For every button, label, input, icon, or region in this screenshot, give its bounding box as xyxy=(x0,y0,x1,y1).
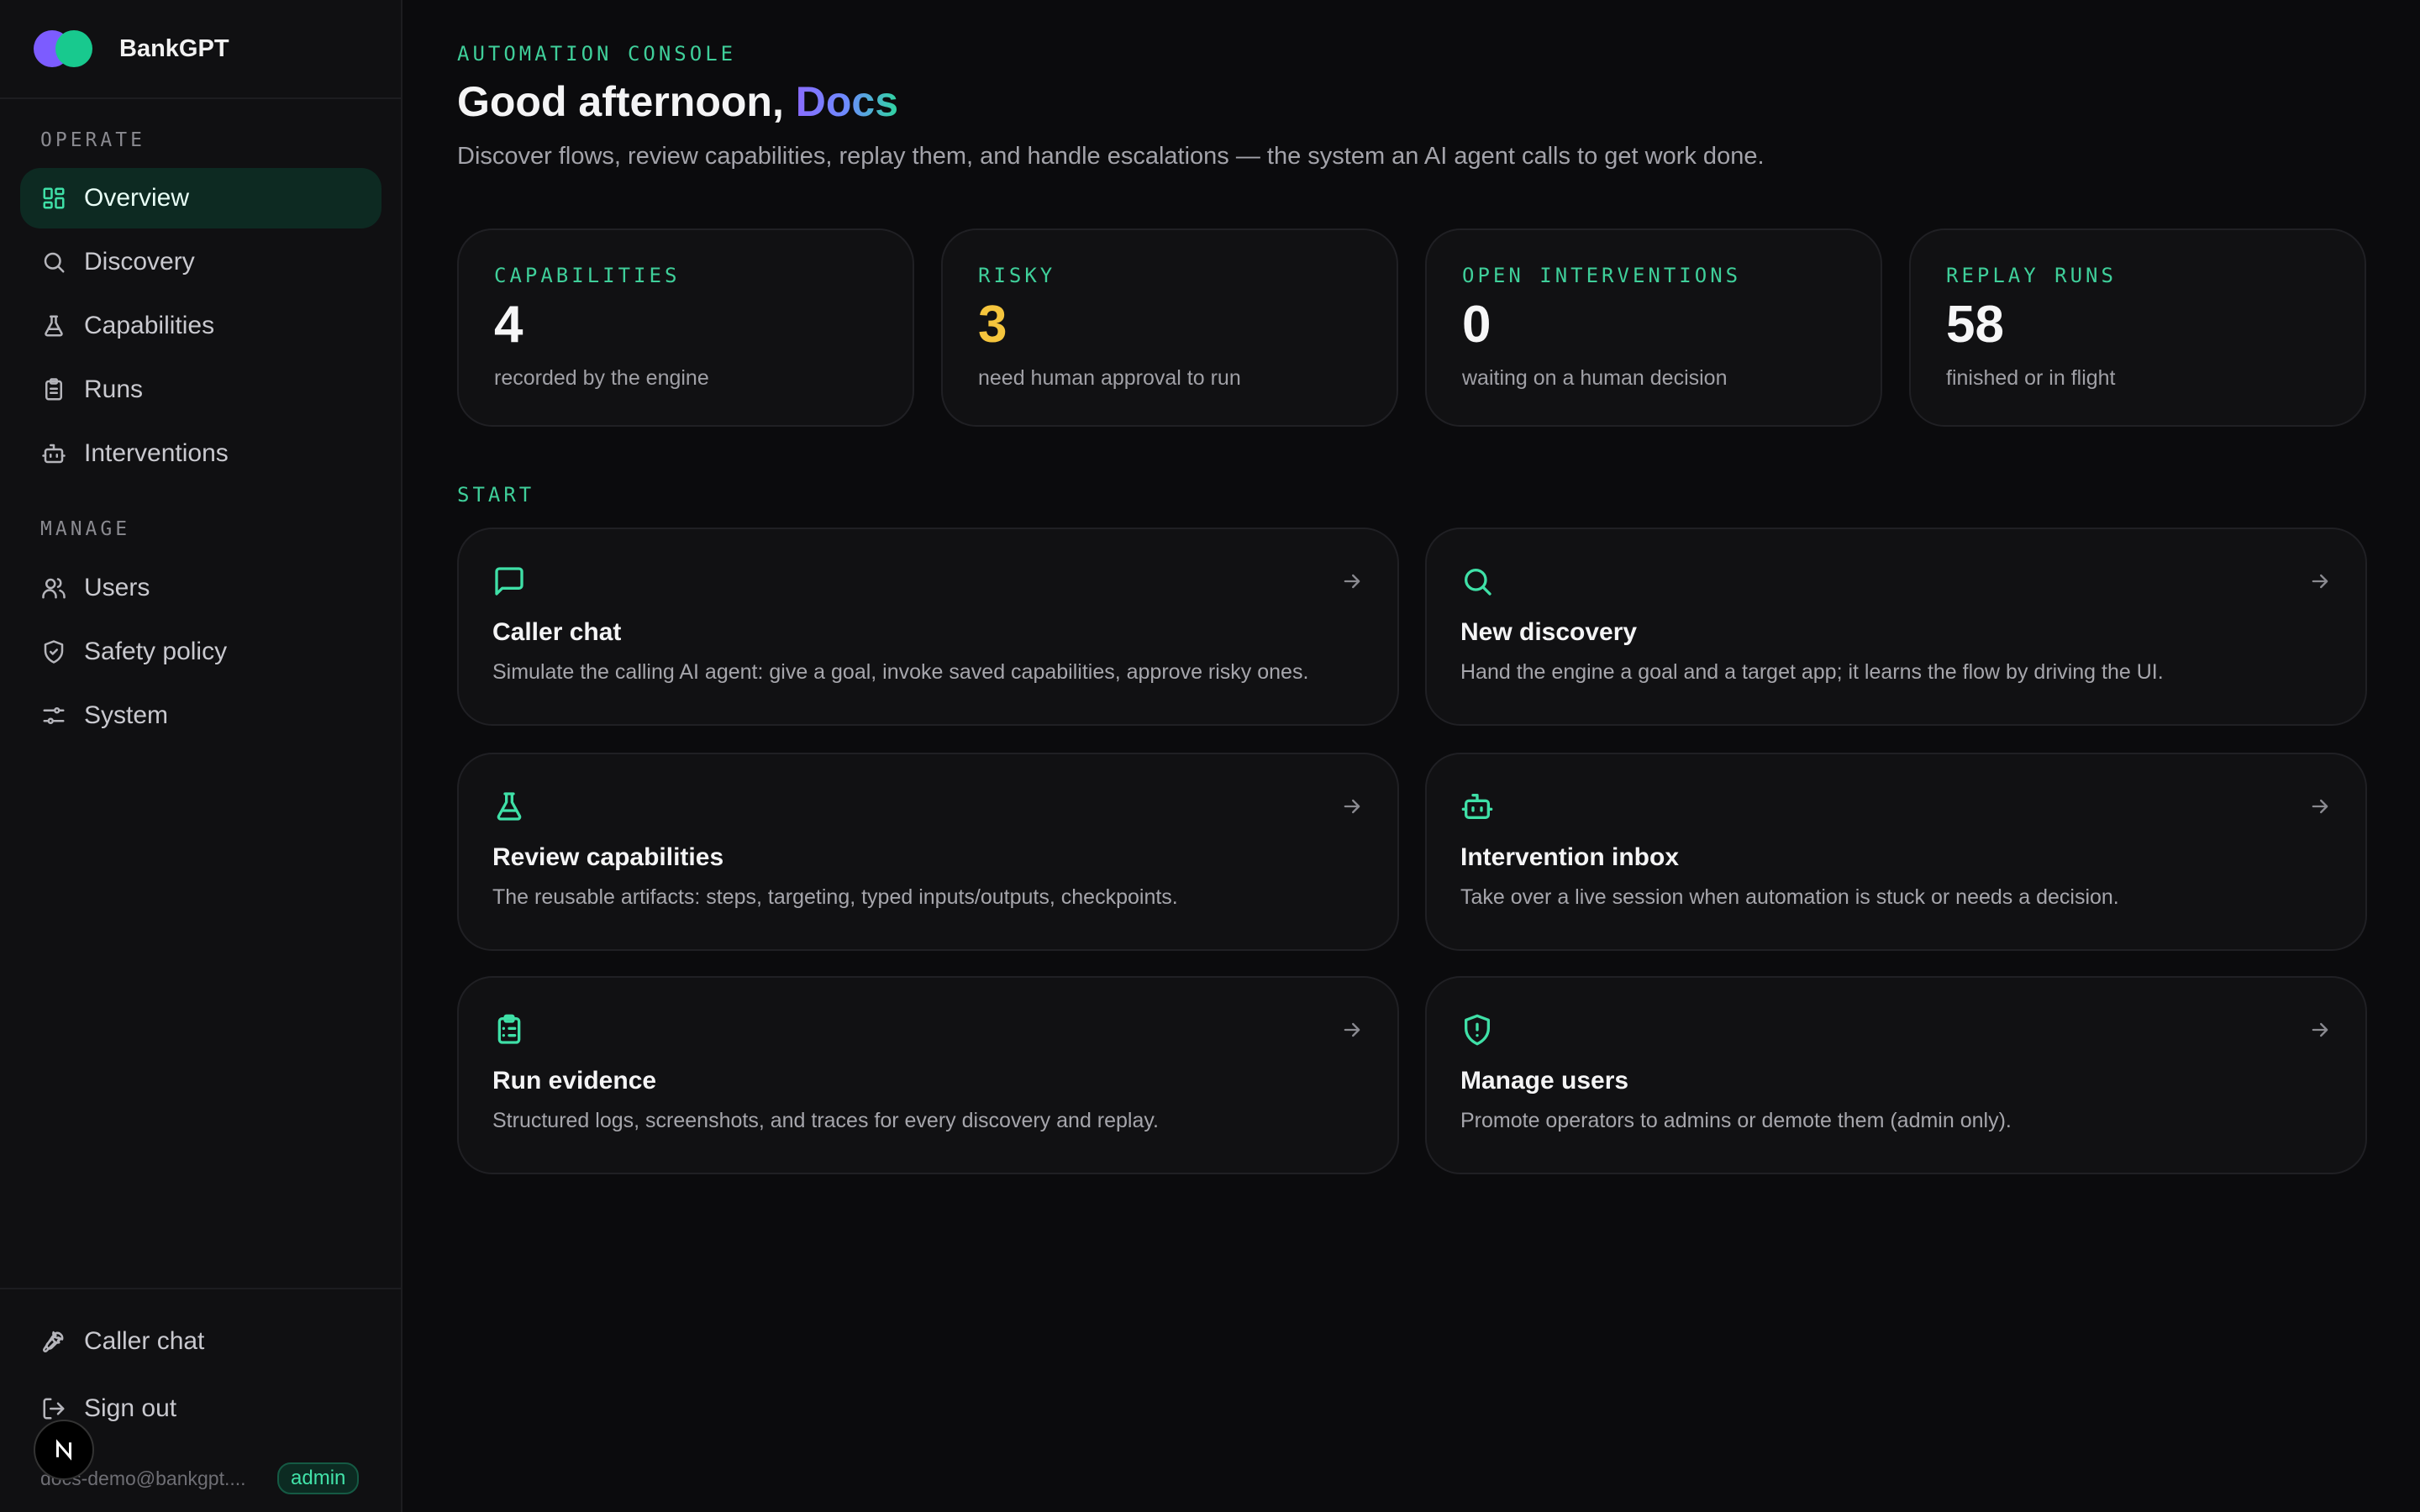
brand[interactable]: BankGPT xyxy=(0,0,401,99)
caller-chat-link[interactable]: Caller chat xyxy=(20,1311,381,1372)
brand-logo-icon xyxy=(34,30,92,67)
card-review-capabilities[interactable]: Review capabilities The reusable artifac… xyxy=(457,753,1399,951)
card-desc: Hand the engine a goal and a target app;… xyxy=(1460,660,2164,684)
clipboard-icon xyxy=(40,376,67,403)
sidebar-item-capabilities[interactable]: Capabilities xyxy=(20,296,381,356)
card-title: New discovery xyxy=(1460,618,1638,646)
greeting-text: Good afternoon, xyxy=(457,78,796,125)
stat-card-capabilities[interactable]: CAPABILITIES 4 recorded by the engine xyxy=(457,228,914,427)
stat-label: REPLAY RUNS xyxy=(1946,264,2117,287)
shield-alert-icon xyxy=(1460,1013,1496,1048)
sidebar-item-label: Capabilities xyxy=(84,312,215,339)
search-icon xyxy=(1460,564,1496,600)
sidebar-item-label: Discovery xyxy=(84,248,195,276)
sidebar-item-runs[interactable]: Runs xyxy=(20,360,381,420)
start-section-label: START xyxy=(457,483,535,507)
caller-chat-label: Caller chat xyxy=(84,1327,205,1355)
arrow-right-icon xyxy=(2308,1018,2332,1042)
sidebar-item-discovery[interactable]: Discovery xyxy=(20,232,381,292)
card-desc: Simulate the calling AI agent: give a go… xyxy=(492,660,1309,684)
sign-out-label: Sign out xyxy=(84,1394,177,1422)
eyebrow-label: AUTOMATION CONSOLE xyxy=(457,42,737,66)
stat-desc: waiting on a human decision xyxy=(1462,366,1728,390)
sidebar-item-label: Users xyxy=(84,574,150,601)
stat-value: 0 xyxy=(1462,296,1491,354)
stat-card-open-interventions[interactable]: OPEN INTERVENTIONS 0 waiting on a human … xyxy=(1425,228,1882,427)
stat-desc: need human approval to run xyxy=(978,366,1241,390)
stat-label: CAPABILITIES xyxy=(494,264,681,287)
arrow-right-icon xyxy=(1340,570,1364,593)
section-label-manage: MANAGE xyxy=(40,518,131,540)
sidebar-item-label: Interventions xyxy=(84,439,229,467)
stat-desc: finished or in flight xyxy=(1946,366,2116,390)
sign-out-icon xyxy=(40,1395,67,1422)
arrow-right-icon xyxy=(2308,570,2332,593)
dev-tools-n-icon[interactable] xyxy=(34,1420,94,1480)
sidebar-item-safety-policy[interactable]: Safety policy xyxy=(20,622,381,682)
shield-check-icon xyxy=(40,638,67,665)
stat-value: 58 xyxy=(1946,296,2004,354)
card-title: Intervention inbox xyxy=(1460,843,1680,871)
role-badge: admin xyxy=(277,1462,360,1494)
sidebar-item-overview[interactable]: Overview xyxy=(20,168,381,228)
stat-value: 3 xyxy=(978,296,1007,354)
flask-icon xyxy=(40,312,67,339)
search-icon xyxy=(40,249,67,276)
card-title: Caller chat xyxy=(492,618,622,646)
card-desc: Promote operators to admins or demote th… xyxy=(1460,1109,2012,1132)
card-intervention-inbox[interactable]: Intervention inbox Take over a live sess… xyxy=(1425,753,2367,951)
sidebar-item-interventions[interactable]: Interventions xyxy=(20,423,381,484)
sidebar-item-label: Runs xyxy=(84,375,144,403)
clipboard-list-icon xyxy=(492,1013,528,1048)
card-run-evidence[interactable]: Run evidence Structured logs, screenshot… xyxy=(457,976,1399,1174)
flask-icon xyxy=(492,790,528,825)
chat-icon xyxy=(492,564,528,600)
arrow-right-icon xyxy=(2308,795,2332,818)
page-subtitle: Discover flows, review capabilities, rep… xyxy=(457,143,1765,170)
card-new-discovery[interactable]: New discovery Hand the engine a goal and… xyxy=(1425,528,2367,726)
sidebar-item-label: Safety policy xyxy=(84,638,228,665)
arrow-right-icon xyxy=(1340,795,1364,818)
dashboard-icon xyxy=(40,185,67,212)
wrench-icon xyxy=(40,1328,67,1355)
sidebar-item-users[interactable]: Users xyxy=(20,558,381,618)
stat-label: RISKY xyxy=(978,264,1056,287)
greeting-user-name: Docs xyxy=(795,78,898,125)
card-title: Run evidence xyxy=(492,1067,657,1095)
bot-icon xyxy=(1460,790,1496,825)
card-manage-users[interactable]: Manage users Promote operators to admins… xyxy=(1425,976,2367,1174)
section-label-operate: OPERATE xyxy=(40,129,145,151)
sidebar-item-label: Overview xyxy=(84,184,190,212)
brand-name: BankGPT xyxy=(119,34,229,62)
stat-card-replay-runs[interactable]: REPLAY RUNS 58 finished or in flight xyxy=(1909,228,2366,427)
page-title: Good afternoon, Docs xyxy=(457,77,898,126)
sliders-icon xyxy=(40,702,67,729)
card-title: Review capabilities xyxy=(492,843,724,871)
stat-desc: recorded by the engine xyxy=(494,366,709,390)
stat-card-risky[interactable]: RISKY 3 need human approval to run xyxy=(941,228,1398,427)
users-icon xyxy=(40,575,67,601)
card-desc: Structured logs, screenshots, and traces… xyxy=(492,1109,1159,1132)
card-desc: Take over a live session when automation… xyxy=(1460,885,2119,909)
bot-icon xyxy=(40,440,67,467)
stat-label: OPEN INTERVENTIONS xyxy=(1462,264,1742,287)
card-caller-chat[interactable]: Caller chat Simulate the calling AI agen… xyxy=(457,528,1399,726)
sidebar: BankGPT OPERATE Overview Discovery Capab… xyxy=(0,0,402,1512)
sidebar-item-system[interactable]: System xyxy=(20,685,381,746)
arrow-right-icon xyxy=(1340,1018,1364,1042)
card-desc: The reusable artifacts: steps, targeting… xyxy=(492,885,1178,909)
stat-value: 4 xyxy=(494,296,523,354)
sidebar-item-label: System xyxy=(84,701,169,729)
card-title: Manage users xyxy=(1460,1067,1629,1095)
